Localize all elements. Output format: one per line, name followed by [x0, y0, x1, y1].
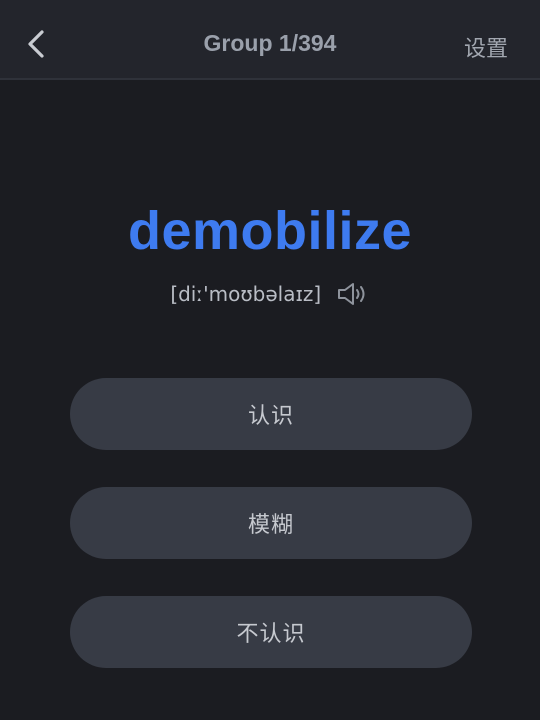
- word-review-screen: Group 1/394 设置 demobilize [diː'moʊbəlaɪz…: [0, 0, 540, 720]
- pronunciation-row: [diː'moʊbəlaɪz]: [0, 280, 540, 308]
- speaker-icon: [336, 280, 370, 308]
- vocabulary-word: demobilize: [127, 201, 413, 261]
- play-pronunciation-button[interactable]: [336, 280, 370, 308]
- top-bar: Group 1/394 设置: [0, 0, 540, 80]
- settings-button[interactable]: 设置: [464, 31, 508, 63]
- page-title: Group 1/394: [203, 30, 337, 56]
- dont-know-button[interactable]: 不认识: [70, 596, 472, 668]
- unsure-button[interactable]: 模糊: [70, 487, 472, 559]
- phonetic-transcription: [diː'moʊbəlaɪz]: [170, 282, 322, 306]
- know-button[interactable]: 认识: [70, 378, 472, 450]
